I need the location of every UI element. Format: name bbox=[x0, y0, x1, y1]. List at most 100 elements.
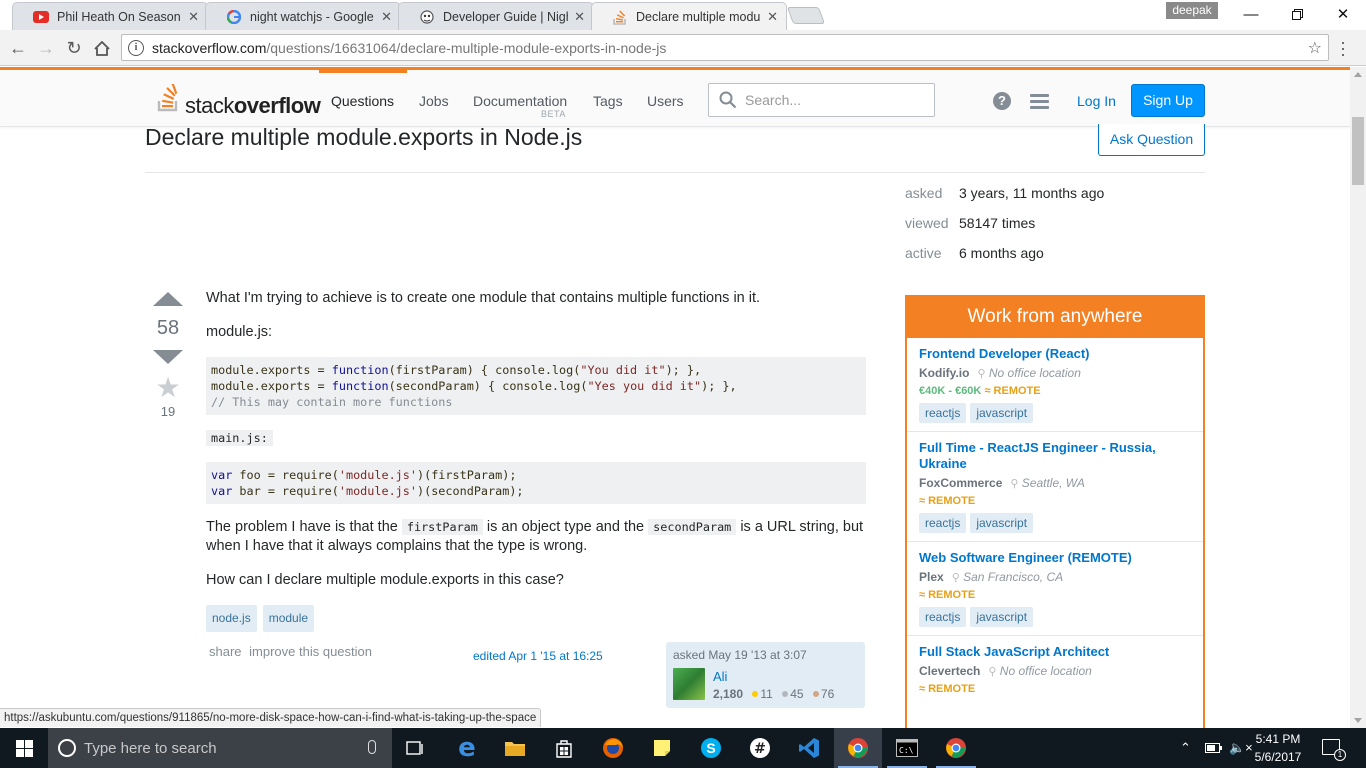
taskbar-clock[interactable]: 5:41 PM 5/6/2017 bbox=[1248, 730, 1308, 766]
microphone-icon[interactable] bbox=[368, 740, 376, 754]
edge-browser-icon[interactable]: e bbox=[443, 728, 491, 768]
sticky-notes-icon[interactable] bbox=[638, 728, 686, 768]
scroll-up-icon[interactable] bbox=[1354, 72, 1362, 77]
reload-icon[interactable]: ↻ bbox=[62, 36, 86, 60]
question-stats: asked 3 years, 11 months ago viewed 58147 … bbox=[905, 185, 1104, 275]
signup-button[interactable]: Sign Up bbox=[1131, 84, 1205, 117]
nav-tags[interactable]: Tags bbox=[593, 93, 623, 109]
remote-wifi-icon: ≈ bbox=[984, 385, 991, 397]
asked-value: 3 years, 11 months ago bbox=[959, 185, 1105, 201]
tag-nodejs[interactable]: node.js bbox=[206, 605, 257, 632]
bookmark-star-icon[interactable]: ☆ bbox=[1308, 38, 1322, 58]
jobs-widget: Work from anywhere Frontend Developer (R… bbox=[905, 295, 1205, 728]
active-value[interactable]: 6 months ago bbox=[959, 245, 1044, 275]
svg-text:S: S bbox=[706, 740, 715, 756]
site-switcher-icon[interactable] bbox=[1030, 94, 1049, 112]
job-location: No office location bbox=[999, 664, 1092, 678]
close-tab-icon[interactable]: ✕ bbox=[381, 9, 392, 25]
firefox-icon[interactable] bbox=[589, 728, 637, 768]
silver-badge-count: 45 bbox=[790, 687, 804, 701]
job-tag[interactable]: reactjs bbox=[919, 513, 967, 533]
question-body: What I'm trying to achieve is to create … bbox=[206, 289, 866, 632]
profile-badge[interactable]: deepak bbox=[1166, 2, 1218, 19]
second-param-code: secondParam bbox=[648, 519, 737, 535]
job-title[interactable]: Full Stack JavaScript Architect bbox=[919, 644, 1191, 660]
tag-module[interactable]: module bbox=[262, 605, 315, 632]
job-tag[interactable]: javascript bbox=[970, 513, 1034, 533]
job-title[interactable]: Frontend Developer (React) bbox=[919, 346, 1191, 362]
browser-tab-youtube[interactable]: Phil Heath On Season Vs ✕ bbox=[12, 2, 208, 30]
visual-studio-icon[interactable] bbox=[785, 728, 833, 768]
close-tab-icon[interactable]: ✕ bbox=[188, 9, 199, 25]
ask-question-button[interactable]: Ask Question bbox=[1098, 124, 1205, 156]
nav-users[interactable]: Users bbox=[647, 93, 684, 109]
battery-icon[interactable] bbox=[1205, 728, 1223, 768]
scroll-thumb[interactable] bbox=[1352, 117, 1364, 185]
login-link[interactable]: Log In bbox=[1077, 93, 1116, 109]
edited-link[interactable]: edited Apr 1 '15 at 16:25 bbox=[473, 649, 603, 663]
close-tab-icon[interactable]: ✕ bbox=[767, 9, 778, 25]
show-hidden-icons-icon[interactable]: ⌃ bbox=[1180, 728, 1191, 768]
owner-name[interactable]: Ali bbox=[713, 669, 727, 684]
slack-icon[interactable]: # bbox=[736, 728, 784, 768]
restore-icon[interactable] bbox=[1274, 0, 1320, 28]
nav-documentation[interactable]: Documentation bbox=[473, 93, 567, 109]
scroll-down-icon[interactable] bbox=[1354, 718, 1362, 723]
job-item[interactable]: Frontend Developer (React) Kodify.io ⚲ No… bbox=[907, 338, 1203, 432]
job-item[interactable]: Full Stack JavaScript Architect Cleverte… bbox=[907, 636, 1203, 703]
nav-questions[interactable]: Questions bbox=[331, 93, 394, 109]
close-tab-icon[interactable]: ✕ bbox=[574, 9, 585, 25]
new-tab-button[interactable] bbox=[786, 7, 826, 24]
site-search-input[interactable]: Search... bbox=[708, 83, 935, 117]
share-link[interactable]: share bbox=[209, 644, 242, 659]
home-icon[interactable] bbox=[90, 36, 114, 60]
job-item[interactable]: Full Time - ReactJS Engineer - Russia, U… bbox=[907, 432, 1203, 542]
browser-tab-stackoverflow[interactable]: Declare multiple module. ✕ bbox=[591, 2, 787, 30]
downvote-arrow-icon[interactable] bbox=[153, 350, 183, 364]
upvote-arrow-icon[interactable] bbox=[153, 292, 183, 306]
job-tag[interactable]: javascript bbox=[970, 607, 1034, 627]
skype-icon[interactable]: S bbox=[687, 728, 735, 768]
minimize-icon[interactable]: — bbox=[1228, 0, 1274, 28]
browser-menu-icon[interactable]: · · · bbox=[1340, 33, 1346, 63]
notification-count-badge: 1 bbox=[1334, 749, 1346, 761]
close-window-icon[interactable]: ✕ bbox=[1320, 0, 1366, 28]
nav-jobs[interactable]: Jobs bbox=[419, 93, 449, 109]
chrome-taskbar-icon-active[interactable] bbox=[834, 728, 882, 768]
back-icon[interactable]: ← bbox=[6, 36, 30, 60]
file-explorer-icon[interactable] bbox=[491, 728, 539, 768]
question-title[interactable]: Declare multiple module.exports in Node.… bbox=[145, 124, 582, 151]
job-tag[interactable]: javascript bbox=[970, 403, 1034, 423]
favorite-count: 19 bbox=[160, 404, 176, 419]
job-title[interactable]: Full Time - ReactJS Engineer - Russia, U… bbox=[919, 440, 1191, 472]
windows-start-icon[interactable] bbox=[0, 728, 48, 768]
jobs-header[interactable]: Work from anywhere bbox=[907, 295, 1203, 338]
page-scrollbar[interactable] bbox=[1350, 67, 1366, 728]
job-salary: €40K - €60K bbox=[919, 385, 982, 397]
avatar[interactable] bbox=[673, 668, 705, 700]
forward-icon[interactable]: → bbox=[34, 36, 58, 60]
address-toolbar: ← → ↻ i stackoverflow.com/questions/1663… bbox=[0, 30, 1366, 66]
site-info-icon[interactable]: i bbox=[128, 39, 144, 56]
job-tag[interactable]: reactjs bbox=[919, 403, 967, 423]
main-js-label: main.js: bbox=[206, 430, 273, 446]
gold-badge-icon bbox=[752, 691, 759, 697]
browser-tab-nightwatch[interactable]: Developer Guide | Nightw ✕ bbox=[398, 2, 594, 30]
job-title[interactable]: Web Software Engineer (REMOTE) bbox=[919, 550, 1191, 566]
chrome-taskbar-icon[interactable] bbox=[932, 728, 980, 768]
stackoverflow-logo[interactable]: stackoverflow bbox=[157, 82, 321, 117]
browser-tab-google[interactable]: night watchjs - Google Se ✕ bbox=[205, 2, 401, 30]
store-icon[interactable] bbox=[540, 728, 588, 768]
task-view-icon[interactable] bbox=[392, 728, 440, 768]
command-prompt-icon[interactable]: C:\ bbox=[883, 728, 931, 768]
help-icon[interactable]: ? bbox=[993, 92, 1011, 110]
job-item[interactable]: Web Software Engineer (REMOTE) Plex ⚲ San… bbox=[907, 542, 1203, 636]
job-tag[interactable]: reactjs bbox=[919, 607, 967, 627]
bronze-badge-icon bbox=[812, 691, 819, 697]
google-icon bbox=[226, 9, 242, 25]
question-problem: The problem I have is that the firstPara… bbox=[206, 519, 864, 554]
favorite-star-icon[interactable]: ★ bbox=[150, 374, 186, 402]
taskbar-search-input[interactable]: Type here to search bbox=[48, 728, 392, 768]
improve-question-link[interactable]: improve this question bbox=[249, 644, 372, 659]
url-field[interactable]: i stackoverflow.com/questions/16631064/d… bbox=[121, 34, 1329, 61]
